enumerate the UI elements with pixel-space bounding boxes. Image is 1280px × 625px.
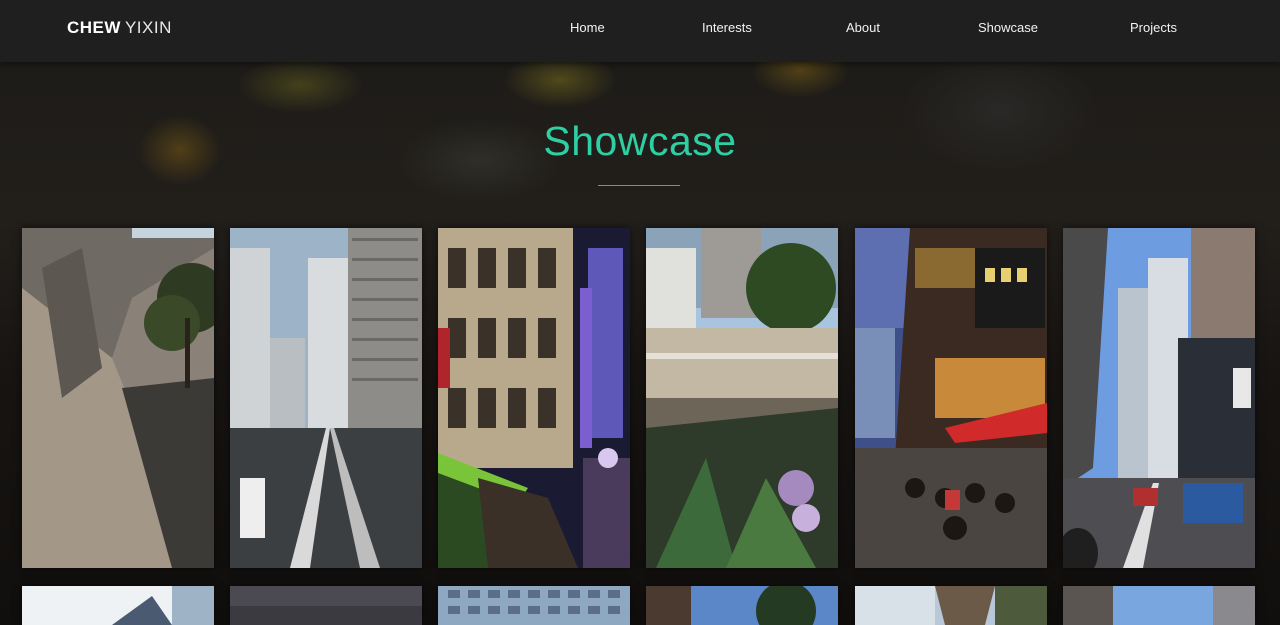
gallery-photo-10[interactable] (646, 586, 838, 625)
gallery-photo-4[interactable] (646, 228, 838, 568)
nav-projects-link[interactable]: Projects (1130, 20, 1177, 35)
gallery-photo-8[interactable] (230, 586, 422, 625)
brand-last-name: YIXIN (124, 18, 172, 37)
nav-home-link[interactable]: Home (570, 20, 605, 35)
gallery-photo-12[interactable] (1063, 586, 1255, 625)
nav-showcase-link[interactable]: Showcase (978, 20, 1038, 35)
brand-first-name: CHEW (67, 18, 121, 37)
site-logo[interactable]: CHEW YIXIN (67, 18, 172, 38)
nav-about-link[interactable]: About (846, 20, 880, 35)
gallery-photo-1[interactable] (22, 228, 214, 568)
nav-interests-link[interactable]: Interests (702, 20, 752, 35)
gallery-photo-9[interactable] (438, 586, 630, 625)
gallery-photo-7[interactable] (22, 586, 214, 625)
navbar: CHEW YIXIN Home Interests About Showcase … (0, 0, 1280, 62)
photo-gallery (0, 0, 1280, 625)
gallery-photo-3[interactable] (438, 228, 630, 568)
gallery-photo-5[interactable] (855, 228, 1047, 568)
gallery-photo-6[interactable] (1063, 228, 1255, 568)
gallery-photo-2[interactable] (230, 228, 422, 568)
gallery-photo-11[interactable] (855, 586, 1047, 625)
